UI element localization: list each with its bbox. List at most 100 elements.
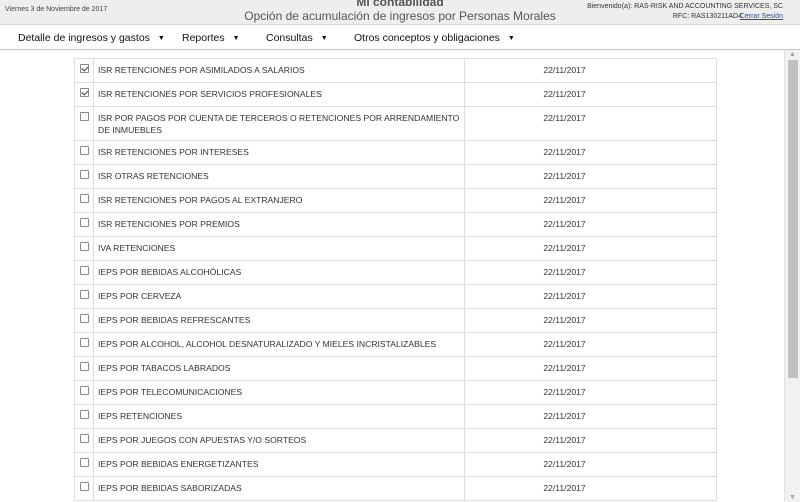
table-row: IEPS POR CERVEZA 22/11/2017	[74, 284, 717, 309]
table-row: IEPS POR BEBIDAS ENERGETIZANTES 22/11/201…	[74, 452, 717, 477]
caret-down-icon: ▼	[320, 35, 328, 42]
concept-date: 22/11/2017	[464, 106, 717, 141]
row-checkbox[interactable]	[79, 362, 89, 371]
table-row: IEPS POR JUEGOS CON APUESTAS Y/O SORTEOS…	[74, 428, 717, 453]
table-row: IEPS POR TABACOS LABRADOS 22/11/2017	[74, 356, 717, 381]
concept-name: ISR RETENCIONES POR SERVICIOS PROFESIONA…	[93, 82, 465, 107]
table-row: ISR RETENCIONES POR INTERESES 22/11/2017	[74, 140, 717, 165]
concept-name: IEPS POR ALCOHOL, ALCOHOL DESNATURALIZAD…	[93, 332, 465, 357]
caret-down-icon: ▼	[157, 35, 165, 42]
checkbox-cell	[74, 140, 94, 165]
row-checkbox[interactable]	[79, 338, 89, 347]
row-checkbox[interactable]	[79, 64, 89, 73]
nav-otros-conceptos[interactable]: Otros conceptos y obligaciones ▼	[354, 32, 515, 44]
concept-date: 22/11/2017	[464, 356, 717, 381]
checkbox-cell	[74, 332, 94, 357]
vertical-scrollbar[interactable]: ▲ ▼	[784, 50, 800, 502]
nav-reportes[interactable]: Reportes ▼	[182, 32, 240, 44]
concept-date: 22/11/2017	[464, 284, 717, 309]
concept-date: 22/11/2017	[464, 188, 717, 213]
caret-down-icon: ▼	[507, 35, 515, 42]
concept-name: IEPS POR BEBIDAS SABORIZADAS	[93, 476, 465, 501]
checkbox-cell	[74, 428, 94, 453]
concept-date: 22/11/2017	[464, 164, 717, 189]
concept-date: 22/11/2017	[464, 428, 717, 453]
concept-name: IEPS POR BEBIDAS ALCOHÓLICAS	[93, 260, 465, 285]
table-row: IEPS RETENCIONES 22/11/2017	[74, 404, 717, 429]
concept-date: 22/11/2017	[464, 140, 717, 165]
checkbox-cell	[74, 164, 94, 189]
nav-label: Detalle de ingresos y gastos	[18, 32, 150, 44]
welcome-text: Bienvenido(a): RAS-RISK AND ACCOUNTING S…	[587, 3, 783, 10]
row-checkbox[interactable]	[79, 170, 89, 179]
nav-label: Consultas	[266, 32, 313, 44]
row-checkbox[interactable]	[79, 242, 89, 251]
concept-name: IEPS RETENCIONES	[93, 404, 465, 429]
concept-name: IEPS POR TABACOS LABRADOS	[93, 356, 465, 381]
concept-name: IEPS POR CERVEZA	[93, 284, 465, 309]
concept-date: 22/11/2017	[464, 260, 717, 285]
row-checkbox[interactable]	[79, 146, 89, 155]
row-checkbox[interactable]	[79, 88, 89, 97]
concept-date: 22/11/2017	[464, 452, 717, 477]
row-checkbox[interactable]	[79, 266, 89, 275]
table-row: ISR RETENCIONES POR PREMIOS 22/11/2017	[74, 212, 717, 237]
concept-name: IEPS POR BEBIDAS ENERGETIZANTES	[93, 452, 465, 477]
concept-name: ISR RETENCIONES POR PREMIOS	[93, 212, 465, 237]
table-row: IEPS POR ALCOHOL, ALCOHOL DESNATURALIZAD…	[74, 332, 717, 357]
nav-label: Otros conceptos y obligaciones	[354, 32, 500, 44]
nav-consultas[interactable]: Consultas ▼	[266, 32, 328, 44]
table-row: ISR OTRAS RETENCIONES 22/11/2017	[74, 164, 717, 189]
nav-label: Reportes	[182, 32, 225, 44]
checkbox-cell	[74, 380, 94, 405]
concept-name: IVA RETENCIONES	[93, 236, 465, 261]
concept-date: 22/11/2017	[464, 332, 717, 357]
concept-name: IEPS POR TELECOMUNICACIONES	[93, 380, 465, 405]
checkbox-cell	[74, 188, 94, 213]
checkbox-cell	[74, 356, 94, 381]
checkbox-cell	[74, 308, 94, 333]
table-row: ISR RETENCIONES POR SERVICIOS PROFESIONA…	[74, 82, 717, 107]
scroll-down-arrow-icon[interactable]: ▼	[789, 494, 796, 501]
table-row: IEPS POR BEBIDAS SABORIZADAS 22/11/2017	[74, 476, 717, 501]
row-checkbox[interactable]	[79, 290, 89, 299]
checkbox-cell	[74, 236, 94, 261]
row-checkbox[interactable]	[79, 482, 89, 491]
concept-date: 22/11/2017	[464, 476, 717, 501]
scroll-thumb[interactable]	[788, 60, 798, 378]
scroll-up-arrow-icon[interactable]: ▲	[789, 51, 796, 58]
checkbox-cell	[74, 404, 94, 429]
checkbox-cell	[74, 476, 94, 501]
row-checkbox[interactable]	[79, 314, 89, 323]
row-checkbox[interactable]	[79, 194, 89, 203]
concept-name: ISR RETENCIONES POR INTERESES	[93, 140, 465, 165]
nav-detalle-ingresos-gastos[interactable]: Detalle de ingresos y gastos ▼	[18, 32, 165, 44]
checkbox-cell	[74, 58, 94, 83]
row-checkbox[interactable]	[79, 112, 89, 121]
table-row: ISR RETENCIONES POR ASIMILADOS A SALARIO…	[74, 58, 717, 83]
rfc-text: RFC: RAS130211AD4	[672, 13, 742, 20]
concept-name: IEPS POR JUEGOS CON APUESTAS Y/O SORTEOS	[93, 428, 465, 453]
checkbox-cell	[74, 452, 94, 477]
table-row: IEPS POR BEBIDAS REFRESCANTES 22/11/2017	[74, 308, 717, 333]
table-row: IEPS POR BEBIDAS ALCOHÓLICAS 22/11/2017	[74, 260, 717, 285]
logout-link[interactable]: Cerrar Sesión	[740, 13, 783, 20]
content-area: ISR RETENCIONES POR ASIMILADOS A SALARIO…	[0, 50, 784, 502]
checkbox-cell	[74, 212, 94, 237]
concept-date: 22/11/2017	[464, 58, 717, 83]
concept-date: 22/11/2017	[464, 212, 717, 237]
checkbox-cell	[74, 260, 94, 285]
concept-date: 22/11/2017	[464, 236, 717, 261]
table-row: ISR RETENCIONES POR PAGOS AL EXTRANJERO 2…	[74, 188, 717, 213]
row-checkbox[interactable]	[79, 458, 89, 467]
checkbox-cell	[74, 82, 94, 107]
row-checkbox[interactable]	[79, 218, 89, 227]
concept-name: ISR POR PAGOS POR CUENTA DE TERCEROS O R…	[93, 106, 465, 141]
table-row: ISR POR PAGOS POR CUENTA DE TERCEROS O R…	[74, 106, 717, 141]
row-checkbox[interactable]	[79, 386, 89, 395]
row-checkbox[interactable]	[79, 434, 89, 443]
table-row: IEPS POR TELECOMUNICACIONES 22/11/2017	[74, 380, 717, 405]
row-checkbox[interactable]	[79, 410, 89, 419]
table-row: IVA RETENCIONES 22/11/2017	[74, 236, 717, 261]
caret-down-icon: ▼	[232, 35, 240, 42]
